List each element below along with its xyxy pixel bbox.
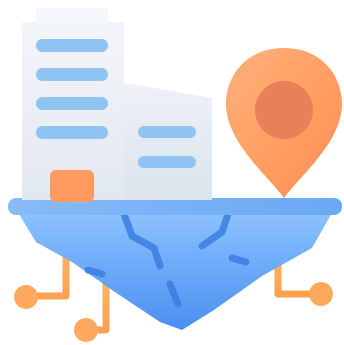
location-pin-icon [226, 48, 342, 198]
window-stripe [138, 126, 196, 138]
window-stripe [36, 97, 108, 110]
floating-island-icon [14, 206, 336, 330]
door-icon [50, 170, 94, 202]
circuit-node-left [14, 285, 38, 309]
building-location-island-illustration [8, 8, 342, 342]
window-stripe [138, 156, 196, 168]
window-stripe [36, 39, 108, 52]
illustration [0, 0, 344, 345]
pin-center [255, 81, 313, 139]
window-stripe [36, 126, 108, 139]
circuit-node-bottom [74, 318, 98, 342]
window-stripe [36, 68, 108, 81]
building-side-icon [120, 82, 212, 200]
circuit-node-right [309, 282, 333, 306]
